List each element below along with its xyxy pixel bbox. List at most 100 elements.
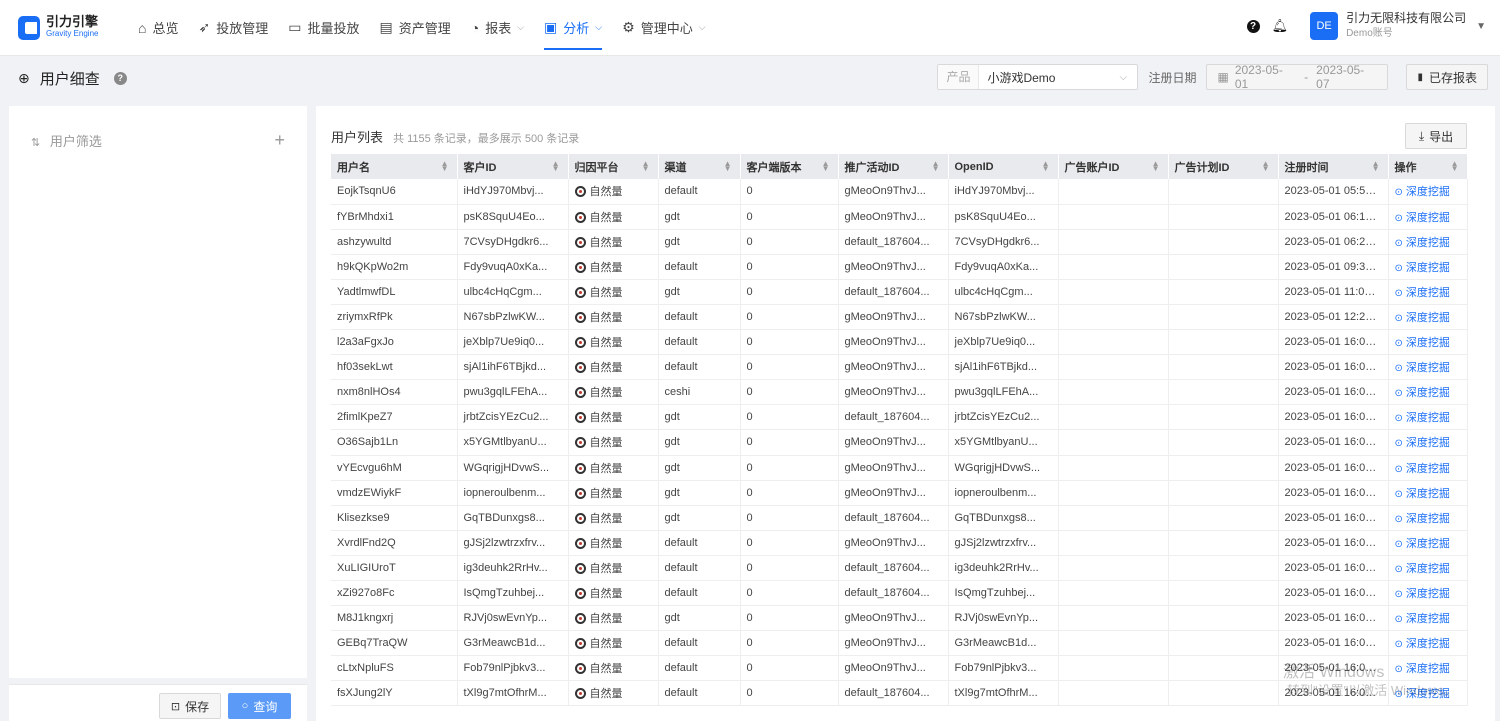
avatar[interactable]: DE [1310,12,1339,40]
table-cell[interactable]: ⊙ 深度挖掘 [1388,505,1468,531]
table-cell: 2023-05-01 16:04:58 [1278,555,1389,582]
cell-value[interactable]: 深度挖掘 [1406,538,1450,550]
table-cell[interactable]: ⊙ 深度挖掘 [1388,429,1468,456]
sort-icon[interactable]: ▲ ▼ [1152,160,1160,173]
table-cell[interactable]: ⊙ 深度挖掘 [1388,630,1468,657]
question-icon[interactable]: ? [113,71,127,85]
cell-value[interactable]: 深度挖掘 [1406,513,1450,525]
cell-value[interactable]: 深度挖掘 [1406,387,1450,399]
cell-value[interactable]: 深度挖掘 [1406,186,1450,198]
column-header[interactable]: 广告账户ID ▲ ▼ [1058,154,1169,179]
sort-icon[interactable]: ▲ ▼ [1372,160,1380,173]
table-cell[interactable]: ⊙ 深度挖掘 [1388,580,1468,607]
cell-value[interactable]: 深度挖掘 [1406,463,1450,475]
table-cell[interactable]: ⊙ 深度挖掘 [1388,379,1468,406]
table-cell [1058,555,1169,582]
column-header[interactable]: 渠道 ▲ ▼ [658,154,741,179]
table-cell[interactable]: ⊙ 深度挖掘 [1388,354,1468,381]
table-cell[interactable]: ⊙ 深度挖掘 [1388,254,1468,280]
add-filter-icon[interactable]: + [274,130,285,151]
sort-icon[interactable]: ▲ ▼ [642,160,650,173]
table-cell: 2023-05-01 16:05:47 [1278,605,1389,632]
sort-icon[interactable]: ▲ ▼ [724,160,732,173]
sort-icon[interactable]: ▲ ▼ [552,160,560,173]
table-cell[interactable]: ⊙ 深度挖掘 [1388,304,1468,331]
sort-icon[interactable]: ▲ ▼ [822,160,830,173]
cell-value[interactable]: 深度挖掘 [1406,212,1450,224]
nav-item-1[interactable]: ➶ 投放管理 [188,0,278,56]
account-dropdown-icon[interactable]: ▼ [1476,21,1486,32]
help-icon[interactable]: ? [1246,19,1260,33]
table-cell[interactable]: ⊙ 深度挖掘 [1388,404,1468,431]
sort-icon[interactable]: ▲ ▼ [1262,160,1270,173]
nav-item-4[interactable]: ◔ 报表 ⌵ [461,0,534,56]
date-range-picker[interactable]: ▦ 2023-05-01 - 2023-05-07 [1206,63,1389,91]
saved-reports-button[interactable]: ▮ 已存报表 [1406,64,1488,90]
table-cell[interactable]: ⊙ 深度挖掘 [1388,179,1468,205]
column-header[interactable]: 客户ID ▲ ▼ [457,154,569,179]
table-cell: 2023-05-01 16:02:53 [1278,480,1389,506]
nav-item-2[interactable]: ▭ 批量投放 [278,0,369,56]
table-cell[interactable]: ⊙ 深度挖掘 [1388,279,1468,305]
cell-value[interactable]: 深度挖掘 [1406,312,1450,324]
cell-value: gMeoOn9ThvJ... [844,260,926,273]
cell-value[interactable]: 深度挖掘 [1406,563,1450,575]
cell-value: gMeoOn9ThvJ... [844,536,926,549]
cell-value: 0 [746,436,753,449]
column-header[interactable]: 推广活动ID ▲ ▼ [838,154,949,179]
table-cell[interactable]: ⊙ 深度挖掘 [1388,530,1468,556]
column-header-label: 渠道 [664,161,687,174]
deep-dig-icon: ⊙ [1394,488,1403,500]
table-cell [1168,354,1279,381]
nav-item-6[interactable]: ⚙ 管理中心 ⌵ [612,0,715,56]
table-cell[interactable]: ⊙ 深度挖掘 [1388,455,1468,481]
cell-value[interactable]: 深度挖掘 [1406,287,1450,299]
table-cell[interactable]: ⊙ 深度挖掘 [1388,229,1468,255]
nav-item-5[interactable]: ▣ 分析 ⌵ [534,0,612,56]
column-header[interactable]: 注册时间 ▲ ▼ [1278,154,1389,179]
column-header[interactable]: OpenID ▲ ▼ [948,154,1059,179]
cell-value[interactable]: 深度挖掘 [1406,638,1450,650]
deep-dig-icon: ⊙ [1394,187,1403,199]
column-header[interactable]: 归因平台 ▲ ▼ [568,154,659,179]
cell-value[interactable]: 深度挖掘 [1406,412,1450,424]
cell-value: iHdYJ970Mbvj... [463,185,544,198]
cell-value[interactable]: 深度挖掘 [1406,337,1450,349]
cell-value[interactable]: 深度挖掘 [1406,488,1450,500]
save-button[interactable]: ⊡ 保存 [159,693,221,719]
table-cell[interactable]: ⊙ 深度挖掘 [1388,329,1468,356]
cell-value[interactable]: 深度挖掘 [1406,613,1450,625]
column-header[interactable]: 广告计划ID ▲ ▼ [1168,154,1279,179]
cell-value[interactable]: 深度挖掘 [1406,362,1450,374]
cell-value: fYBrMhdxi1 [337,210,394,223]
cell-value: default [664,662,698,675]
table-cell[interactable]: ⊙ 深度挖掘 [1388,204,1468,230]
nav-item-3[interactable]: ▤ 资产管理 [369,0,460,56]
sort-icon[interactable]: ▲ ▼ [1042,160,1050,173]
brand-logo[interactable]: 引力引擎 Gravity Engine [18,15,128,40]
product-select[interactable]: 产品 小游戏Demo ⌵ [937,64,1139,90]
organic-source-icon [574,462,586,474]
table-cell[interactable]: ⊙ 深度挖掘 [1388,480,1468,506]
export-button[interactable]: ⤓ 导出 [1405,123,1467,149]
sort-icon[interactable]: ▲ ▼ [932,160,940,173]
cell-value: Fob79nlPjbkv3... [954,662,1037,675]
cell-value: 自然量 [589,537,623,550]
sort-icon[interactable]: ▲ ▼ [441,160,449,173]
sort-icon[interactable]: ▲ ▼ [1451,160,1459,173]
table-cell[interactable]: ⊙ 深度挖掘 [1388,555,1468,582]
bell-icon[interactable]: 🔔︎ [1272,18,1289,34]
cell-value: gMeoOn9ThvJ... [844,185,926,198]
column-header[interactable]: 用户名 ▲ ▼ [331,154,458,179]
table-cell [1058,655,1169,682]
column-header[interactable]: 操作 ▲ ▼ [1388,154,1468,179]
cell-value[interactable]: 深度挖掘 [1406,437,1450,449]
nav-item-0[interactable]: ⌂ 总览 [128,0,188,56]
query-button[interactable]: ○ 查询 [228,693,291,719]
cell-value[interactable]: 深度挖掘 [1406,262,1450,274]
account-info[interactable]: 引力无限科技有限公司 Demo账号 [1346,10,1466,42]
column-header[interactable]: 客户端版本 ▲ ▼ [740,154,839,179]
cell-value[interactable]: 深度挖掘 [1406,588,1450,600]
cell-value[interactable]: 深度挖掘 [1406,237,1450,249]
table-cell[interactable]: ⊙ 深度挖掘 [1388,605,1468,632]
